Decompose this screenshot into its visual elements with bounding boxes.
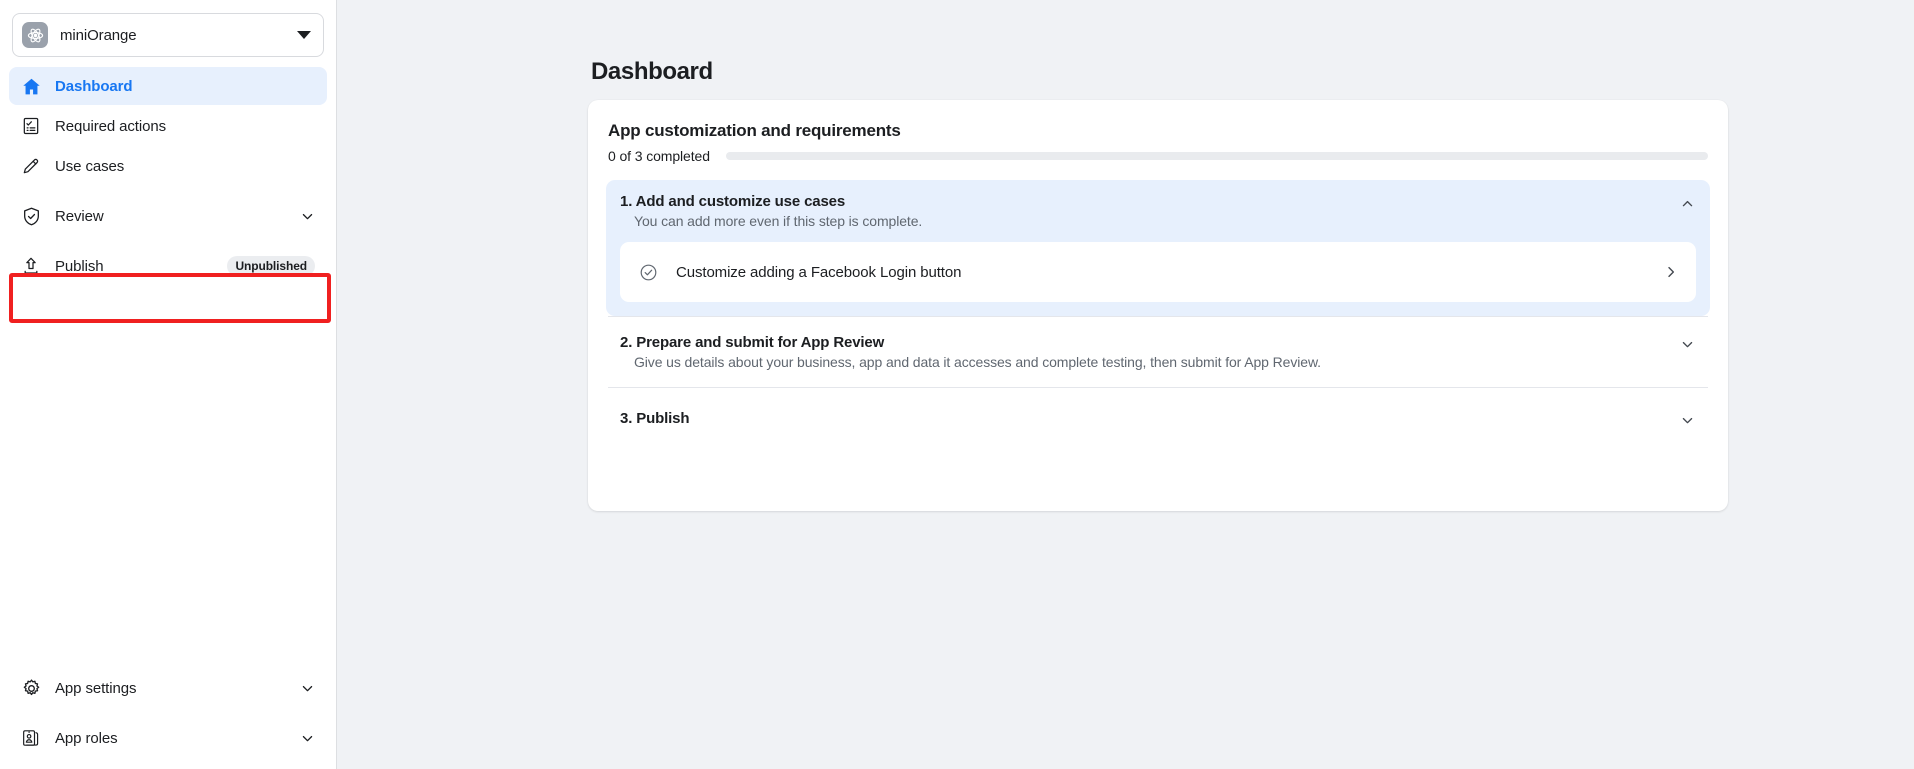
sidebar-item-app-roles[interactable]: App roles <box>9 719 327 757</box>
sidebar-bottom-nav: App settings App roles <box>0 669 336 769</box>
step-title: 2. Prepare and submit for App Review <box>620 334 885 351</box>
home-icon <box>19 74 43 98</box>
chevron-right-icon[interactable] <box>1662 263 1680 281</box>
step-header-3[interactable]: 3. Publish <box>606 388 1710 453</box>
subtask-item[interactable]: Customize adding a Facebook Login button <box>620 242 1696 302</box>
step-description: Give us details about your business, app… <box>634 354 1321 370</box>
step-texts: 3. Publish <box>620 410 1666 427</box>
sidebar-item-review[interactable]: Review <box>9 197 327 235</box>
steps-list: 1. Add and customize use cases You can a… <box>606 180 1710 453</box>
sidebar-item-publish[interactable]: Publish Unpublished <box>9 247 327 285</box>
step-item-2: 2. Prepare and submit for App Review Giv… <box>606 317 1710 387</box>
sidebar-item-label: App settings <box>55 679 137 697</box>
app-switcher-name: miniOrange <box>60 26 137 44</box>
progress-bar <box>725 152 1708 160</box>
step-header-1[interactable]: 1. Add and customize use cases You can a… <box>606 180 1710 242</box>
check-circle-icon <box>638 262 658 282</box>
sidebar-item-use-cases[interactable]: Use cases <box>9 147 327 185</box>
page-title: Dashboard <box>591 58 713 85</box>
sidebar: miniOrange Dashboard Required actions Us… <box>0 0 337 769</box>
step-item-3: 3. Publish <box>606 388 1710 453</box>
app-root: miniOrange Dashboard Required actions Us… <box>0 0 1914 769</box>
pencil-icon <box>19 154 43 178</box>
atom-icon <box>22 22 48 48</box>
chevron-up-icon[interactable] <box>1678 194 1696 212</box>
chevron-down-icon[interactable] <box>1678 335 1696 353</box>
sidebar-item-app-settings[interactable]: App settings <box>9 669 327 707</box>
id-badge-icon <box>19 726 43 750</box>
upload-icon <box>19 254 43 278</box>
progress-row: 0 of 3 completed <box>608 148 1710 164</box>
step-title: 1. Add and customize use cases <box>620 193 846 210</box>
step-title: 3. Publish <box>620 410 690 427</box>
sidebar-nav: Dashboard Required actions Use cases Rev… <box>0 67 336 287</box>
chevron-down-icon[interactable] <box>1678 411 1696 429</box>
subtask-label: Customize adding a Facebook Login button <box>676 263 962 281</box>
sidebar-item-required-actions[interactable]: Required actions <box>9 107 327 145</box>
step-texts: 1. Add and customize use cases You can a… <box>620 193 1666 229</box>
sidebar-item-label: App roles <box>55 729 118 747</box>
sidebar-item-label: Use cases <box>55 157 125 175</box>
gear-icon <box>19 676 43 700</box>
step-header-2[interactable]: 2. Prepare and submit for App Review Giv… <box>606 317 1710 387</box>
sidebar-item-dashboard[interactable]: Dashboard <box>9 67 327 105</box>
checklist-icon <box>19 114 43 138</box>
step-texts: 2. Prepare and submit for App Review Giv… <box>620 334 1666 370</box>
app-requirements-card: App customization and requirements 0 of … <box>588 100 1728 511</box>
app-switcher[interactable]: miniOrange <box>12 13 324 57</box>
status-badge: Unpublished <box>227 256 315 276</box>
shield-check-icon <box>19 204 43 228</box>
sidebar-item-label: Dashboard <box>55 77 133 95</box>
sidebar-item-label: Review <box>55 207 104 225</box>
step-description: You can add more even if this step is co… <box>634 213 923 229</box>
step-item-1: 1. Add and customize use cases You can a… <box>606 180 1710 316</box>
main-content: Dashboard App customization and requirem… <box>337 0 1914 769</box>
chevron-down-icon[interactable] <box>299 208 315 224</box>
chevron-down-icon[interactable] <box>299 730 315 746</box>
card-title: App customization and requirements <box>608 121 901 140</box>
caret-down-icon[interactable] <box>297 31 311 39</box>
progress-label: 0 of 3 completed <box>608 148 710 164</box>
sidebar-item-label: Publish <box>55 257 104 275</box>
chevron-down-icon[interactable] <box>299 680 315 696</box>
sidebar-item-label: Required actions <box>55 117 166 135</box>
